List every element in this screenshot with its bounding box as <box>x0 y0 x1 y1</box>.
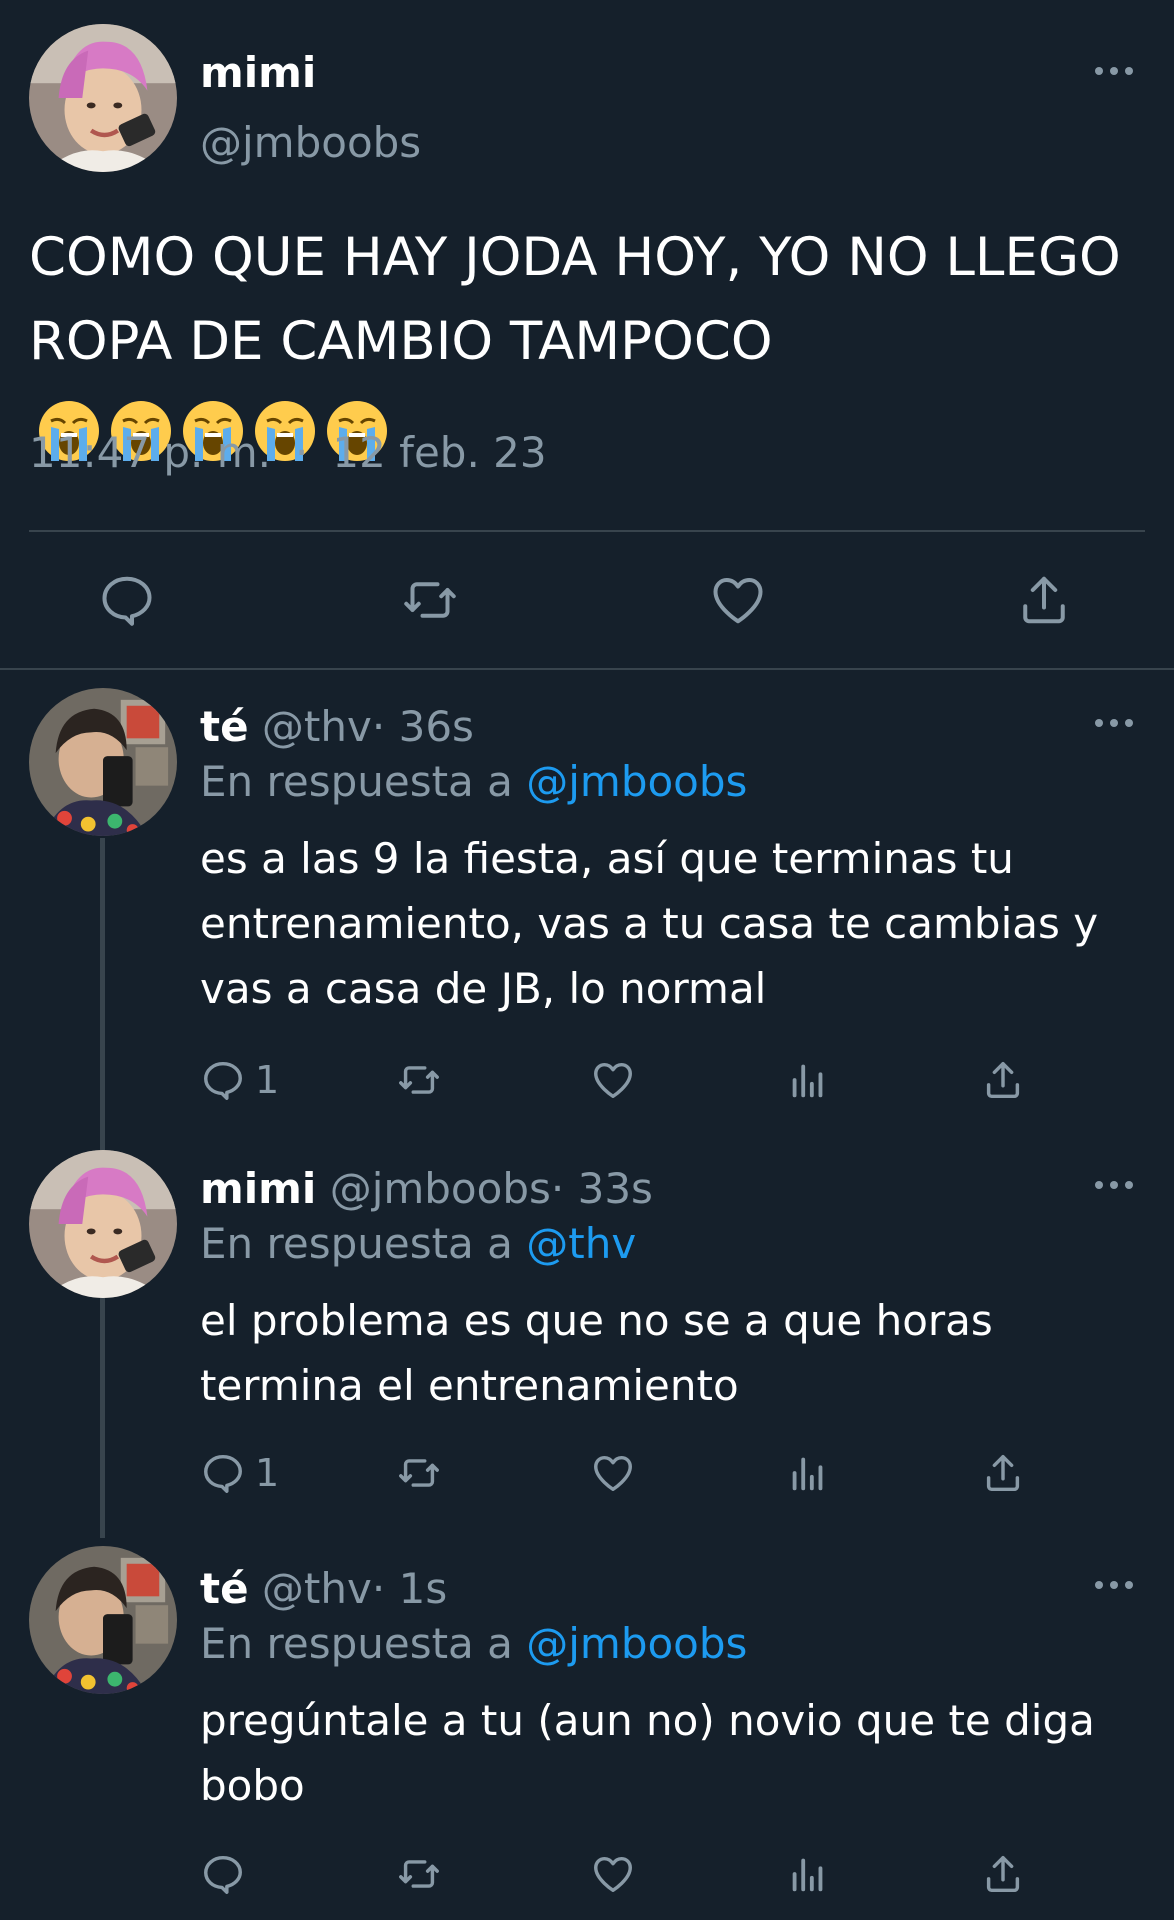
main-action-bar <box>0 560 1174 640</box>
reply-handle[interactable]: @thv <box>262 1564 372 1613</box>
reply-text: el problema es que no se a que horas ter… <box>200 1296 993 1410</box>
replying-prefix: En respuesta a <box>200 1219 513 1268</box>
replying-to: En respuesta a @jmboobs <box>200 757 747 806</box>
reply-icon[interactable] <box>97 570 157 630</box>
reply-text: es a las 9 la fiesta, así que terminas t… <box>200 834 1099 1013</box>
avatar-te[interactable] <box>29 1546 177 1694</box>
reply-display-name[interactable]: té <box>200 702 249 751</box>
reply-time[interactable]: 1s <box>399 1564 448 1613</box>
reply-icon[interactable] <box>200 1450 246 1496</box>
reply-separator: · <box>371 702 386 751</box>
reply-header: té @thv· 1s <box>200 1564 447 1613</box>
mention-link[interactable]: @thv <box>526 1219 636 1268</box>
reply-icon[interactable] <box>200 1851 246 1897</box>
meta-separator: · <box>295 428 309 477</box>
share-icon[interactable] <box>980 1057 1026 1103</box>
mention-link[interactable]: @jmboobs <box>526 757 747 806</box>
replying-prefix: En respuesta a <box>200 1619 513 1668</box>
reply-display-name[interactable]: té <box>200 1564 249 1613</box>
retweet-icon[interactable] <box>400 570 460 630</box>
avatar-mimi[interactable] <box>29 1150 177 1298</box>
reply-action-bar: 1 <box>0 1445 1174 1505</box>
share-icon[interactable] <box>980 1450 1026 1496</box>
reply-icon[interactable] <box>200 1057 246 1103</box>
like-icon[interactable] <box>590 1851 636 1897</box>
reply-count: 1 <box>255 1058 280 1102</box>
like-icon[interactable] <box>590 1057 636 1103</box>
avatar-te[interactable] <box>29 688 177 836</box>
reply-header: mimi @jmboobs· 33s <box>200 1164 653 1213</box>
replying-to: En respuesta a @thv <box>200 1219 636 1268</box>
like-icon[interactable] <box>590 1450 636 1496</box>
divider <box>29 530 1145 532</box>
reply-count: 1 <box>255 1451 280 1495</box>
avatar-mimi[interactable] <box>29 24 177 172</box>
views-icon[interactable] <box>785 1450 831 1496</box>
reply-time[interactable]: 36s <box>399 702 474 751</box>
views-icon[interactable] <box>785 1851 831 1897</box>
reply-display-name[interactable]: mimi <box>200 1164 316 1213</box>
main-tweet: mimi @jmboobs COMO QUE HAY JODA HOY, YO … <box>0 0 1174 670</box>
tweet-date: 12 feb. 23 <box>332 428 547 477</box>
more-options-icon[interactable] <box>1092 1578 1136 1592</box>
reply-header: té @thv· 36s <box>200 702 474 751</box>
replying-to: En respuesta a @jmboobs <box>200 1619 747 1668</box>
more-options-icon[interactable] <box>1092 64 1136 78</box>
views-icon[interactable] <box>785 1057 831 1103</box>
reply-tweet[interactable]: mimi @jmboobs· 33s En respuesta a @thv e… <box>0 1140 1174 1540</box>
reply-handle[interactable]: @jmboobs <box>330 1164 551 1213</box>
reply-tweet[interactable]: té @thv· 1s En respuesta a @jmboobs preg… <box>0 1536 1174 1920</box>
reply-text: pregúntale a tu (aun no) novio que te di… <box>200 1696 1095 1810</box>
tweet-timestamp[interactable]: 11:47 p. m. · 12 feb. 23 <box>29 428 547 477</box>
main-handle[interactable]: @jmboobs <box>200 118 421 167</box>
section-divider <box>0 668 1174 670</box>
reply-tweet[interactable]: té @thv· 36s En respuesta a @jmboobs es … <box>0 680 1174 1158</box>
main-display-name[interactable]: mimi <box>200 48 316 97</box>
retweet-icon[interactable] <box>396 1450 442 1496</box>
tweet-thread-page: mimi @jmboobs COMO QUE HAY JODA HOY, YO … <box>0 0 1174 1920</box>
main-tweet-body: COMO QUE HAY JODA HOY, YO NO LLEGO ROPA … <box>29 227 1121 372</box>
more-options-icon[interactable] <box>1092 716 1136 730</box>
like-icon[interactable] <box>708 570 768 630</box>
reply-action-bar <box>0 1846 1174 1906</box>
tweet-time: 11:47 p. m. <box>29 428 272 477</box>
reply-action-bar: 1 <box>0 1052 1174 1112</box>
reply-time[interactable]: 33s <box>578 1164 653 1213</box>
mention-link[interactable]: @jmboobs <box>526 1619 747 1668</box>
more-options-icon[interactable] <box>1092 1178 1136 1192</box>
retweet-icon[interactable] <box>396 1057 442 1103</box>
retweet-icon[interactable] <box>396 1851 442 1897</box>
share-icon[interactable] <box>1014 570 1074 630</box>
reply-separator: · <box>371 1564 386 1613</box>
share-icon[interactable] <box>980 1851 1026 1897</box>
reply-handle[interactable]: @thv <box>262 702 372 751</box>
replying-prefix: En respuesta a <box>200 757 513 806</box>
reply-separator: · <box>550 1164 565 1213</box>
